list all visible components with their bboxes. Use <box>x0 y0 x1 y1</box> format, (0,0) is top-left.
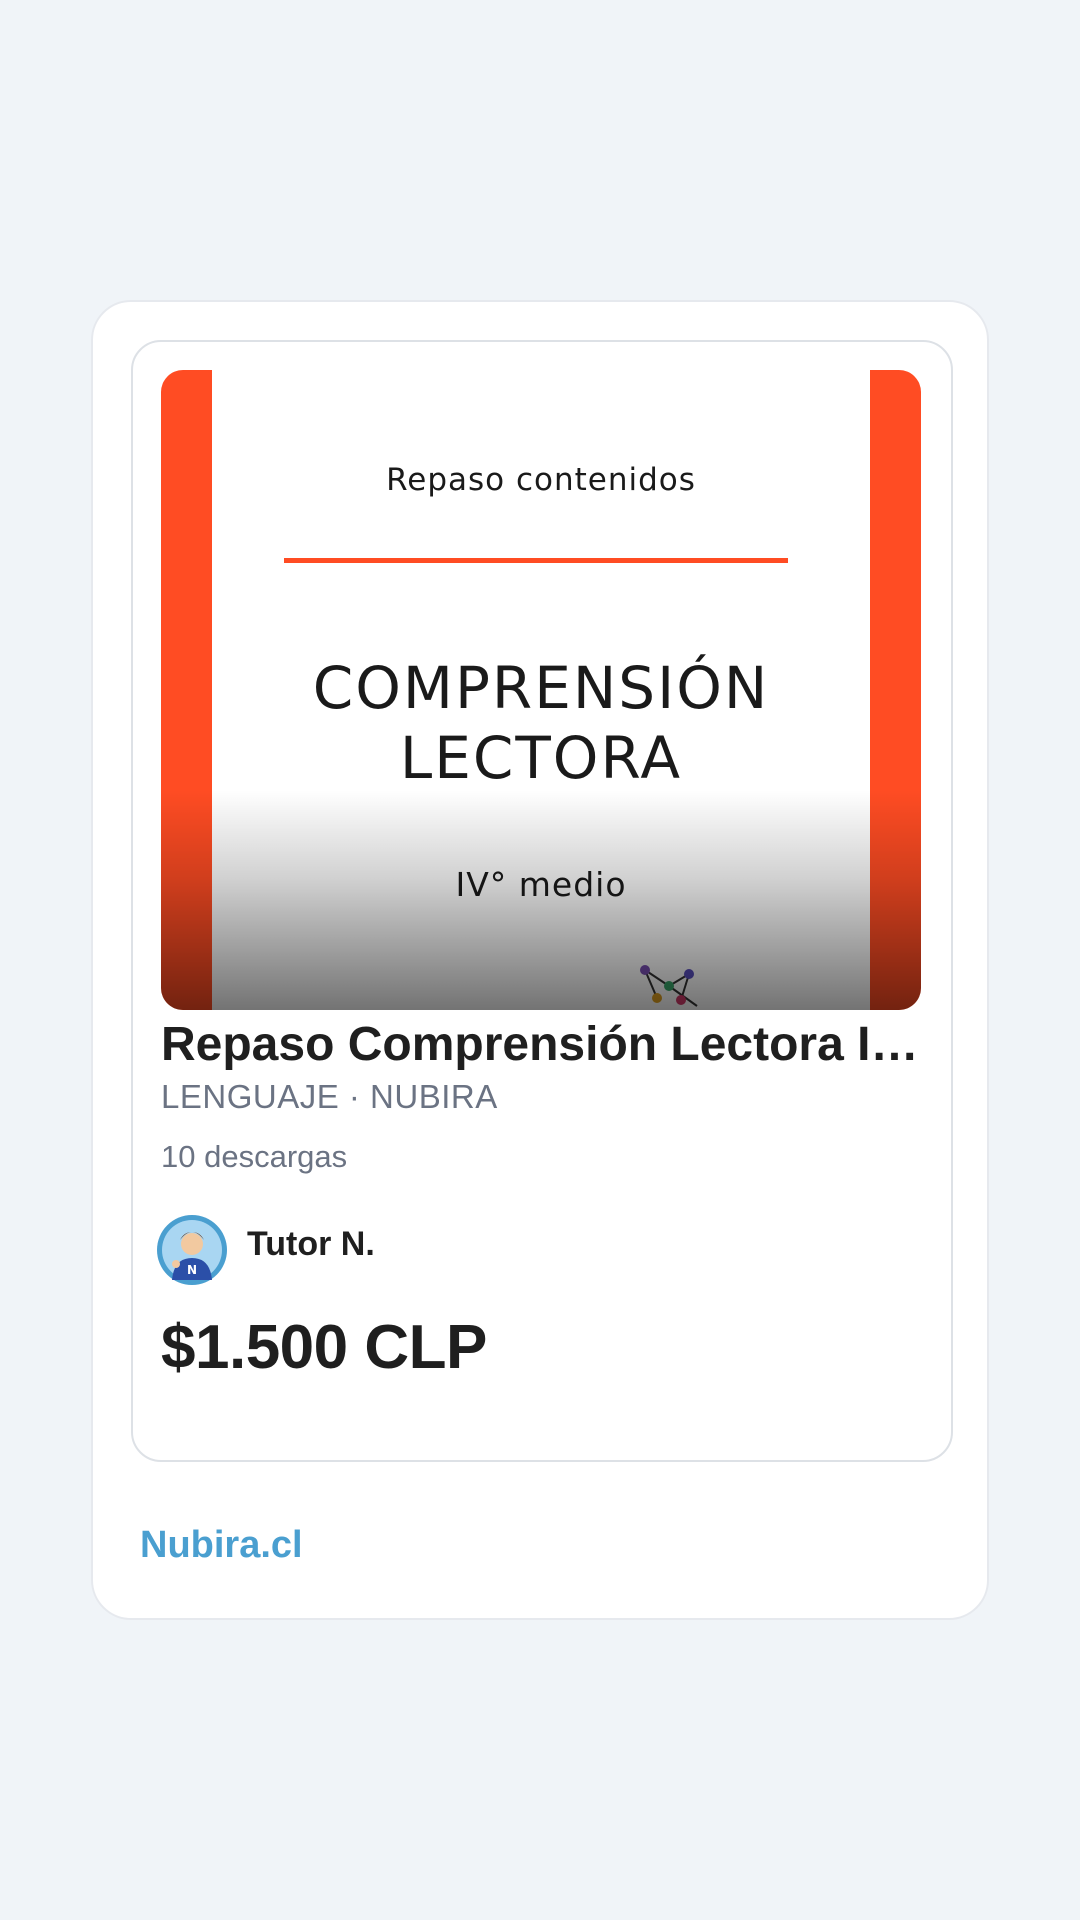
nubira-link[interactable]: Nubira.cl <box>140 1524 303 1567</box>
thumbnail-level: IV° medio <box>455 865 627 904</box>
tutor-avatar-icon: N <box>157 1215 227 1285</box>
thumbnail-subtitle: Repaso contenidos <box>386 462 696 498</box>
download-count: 10 descargas <box>161 1139 348 1174</box>
thumbnail-title: COMPRENSIÓN LECTORA <box>161 653 921 793</box>
author-name[interactable]: Tutor N. <box>247 1225 375 1264</box>
product-meta: LENGUAJE · NUBIRA <box>161 1078 498 1115</box>
thumbnail-title-line2: LECTORA <box>399 724 683 792</box>
svg-text:N: N <box>187 1263 197 1277</box>
product-price: $1.500 CLP <box>161 1313 487 1382</box>
thumbnail-title-line1: COMPRENSIÓN <box>312 654 770 722</box>
product-thumbnail[interactable]: Repaso contenidos COMPRENSIÓN LECTORA IV… <box>161 370 921 1010</box>
product-card[interactable]: Repaso contenidos COMPRENSIÓN LECTORA IV… <box>131 340 953 1462</box>
share-card: Repaso contenidos COMPRENSIÓN LECTORA IV… <box>91 300 989 1620</box>
divider-line <box>284 558 788 563</box>
author-avatar[interactable]: N <box>156 1214 228 1286</box>
product-title[interactable]: Repaso Comprensión Lectora IV° medio <box>161 1015 921 1075</box>
